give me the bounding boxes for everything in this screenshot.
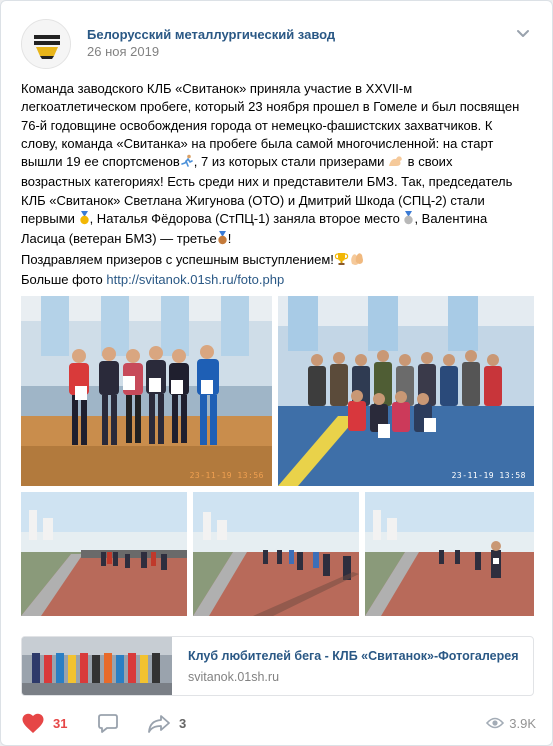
- text-line: первыми , Наталья Фёдорова (СтПЦ-1) заня…: [21, 210, 536, 230]
- bmz-logo: [22, 20, 70, 68]
- bronze-medal-emoji: [217, 231, 228, 250]
- text-line: Команда заводского КЛБ «Свитанок» принял…: [21, 81, 413, 96]
- comment-icon: [98, 714, 118, 733]
- photo-race-2[interactable]: [193, 492, 359, 616]
- views-count: 3.9K: [509, 715, 536, 731]
- share-button[interactable]: 3: [147, 711, 186, 735]
- trophy-emoji: [334, 252, 349, 271]
- like-button[interactable]: 31: [21, 711, 67, 735]
- silver-medal-emoji: [403, 211, 414, 230]
- views-counter: 3.9K: [486, 711, 536, 735]
- author-avatar[interactable]: [21, 19, 71, 69]
- text-line: слову, команда «Свитанка» на пробеге был…: [21, 135, 494, 151]
- link-thumbnail[interactable]: [22, 637, 172, 695]
- photo-timestamp: 23-11-19 13:58: [451, 471, 526, 480]
- share-count: 3: [179, 715, 187, 731]
- text-line: Поздравляем призеров с успешным выступле…: [21, 251, 536, 271]
- link-title[interactable]: Клуб любителей бега - КЛБ «Свитанок»-Фот…: [188, 649, 519, 663]
- text-line: вышли 19 ее спортсменов, 7 из которых ст…: [21, 153, 536, 173]
- post-card: Белорусский металлургический завод 26 но…: [0, 0, 553, 746]
- clapping-hands-emoji: [349, 252, 365, 271]
- eye-icon: [486, 717, 505, 729]
- more-photos-link[interactable]: http://svitanok.01sh.ru/foto.php: [106, 272, 284, 287]
- share-icon: [148, 715, 170, 733]
- post-text: Команда заводского КЛБ «Свитанок» принял…: [21, 80, 536, 289]
- post-actions: 31 3 3.9K: [21, 711, 536, 735]
- link-snippet[interactable]: Клуб любителей бега - КЛБ «Свитанок»-Фот…: [21, 636, 534, 696]
- photo-team-1[interactable]: 23-11-19 13:56: [21, 296, 272, 486]
- text-line: КЛБ «Свитанок» Светлана Жигунова (ОТО) и…: [21, 192, 485, 208]
- photo-team-2[interactable]: 23-11-19 13:58: [278, 296, 534, 486]
- chevron-down-icon[interactable]: [516, 29, 530, 39]
- photo-timestamp: 23-11-19 13:56: [189, 471, 264, 480]
- heart-icon: [22, 713, 44, 733]
- text-line: Больше фото http://svitanok.01sh.ru/foto…: [21, 271, 285, 287]
- link-domain: svitanok.01sh.ru: [188, 670, 280, 684]
- post-date[interactable]: 26 ноя 2019: [87, 44, 159, 59]
- flexed-biceps-emoji: [388, 154, 404, 173]
- author-name[interactable]: Белорусский металлургический завод: [87, 27, 335, 42]
- text-line: Ласица (ветеран БМЗ) — третье!: [21, 230, 536, 250]
- gold-medal-emoji: [79, 211, 90, 230]
- text-line: возрастных категориях! Есть среди них и …: [21, 174, 513, 190]
- photo-race-3[interactable]: [365, 492, 534, 616]
- text-line: 76-й годовщине освобождения города от не…: [21, 117, 493, 133]
- like-count: 31: [53, 715, 68, 731]
- text-line: легкоатлетическом пробеге, который 23 но…: [21, 99, 520, 115]
- comment-button[interactable]: [97, 711, 119, 735]
- photo-race-1[interactable]: [21, 492, 187, 616]
- runner-emoji: [180, 154, 194, 173]
